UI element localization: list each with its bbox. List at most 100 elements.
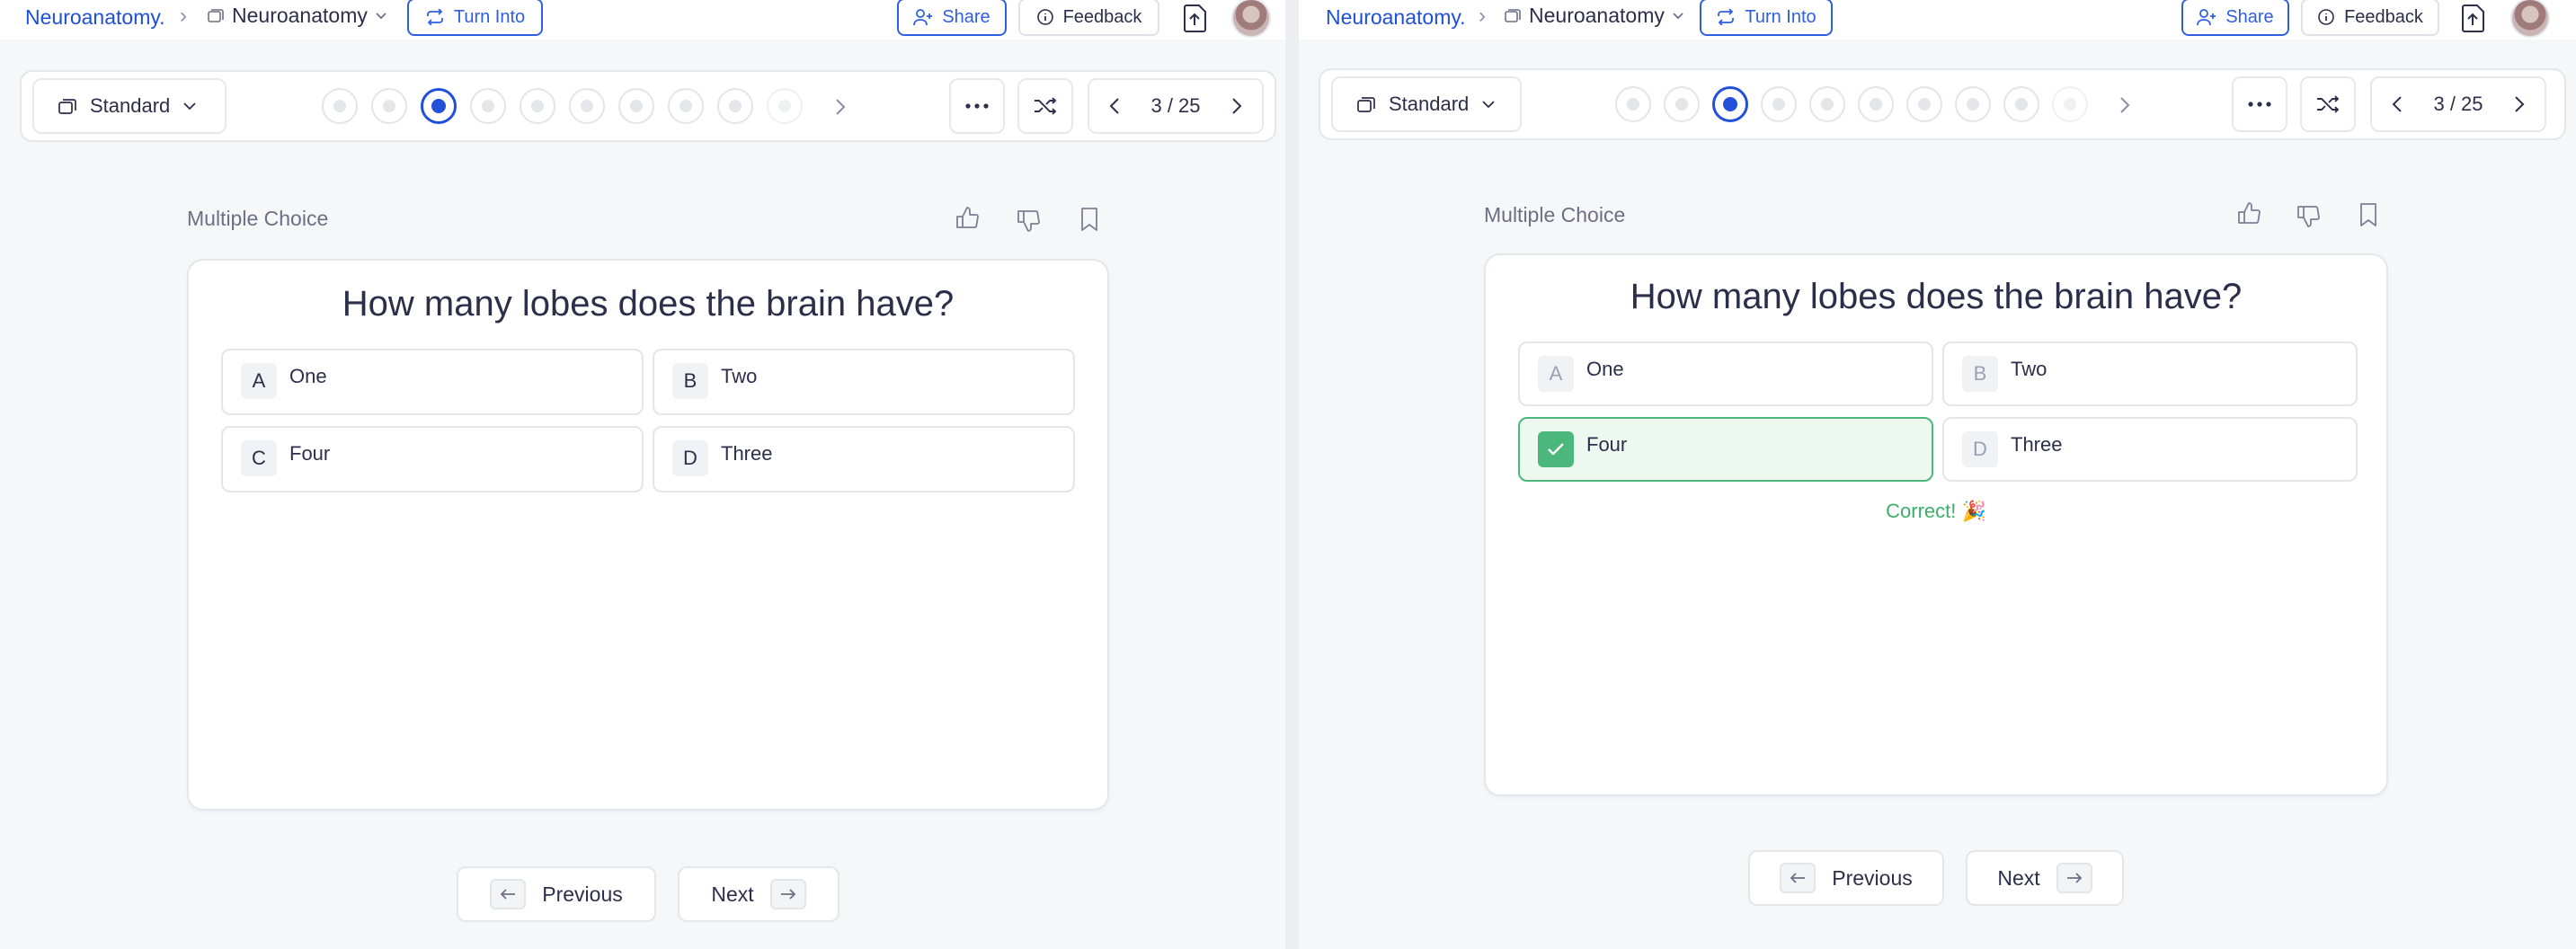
breadcrumb-root-link[interactable]: Neuroanatomy. bbox=[25, 5, 165, 30]
progress-dot[interactable] bbox=[717, 88, 753, 124]
share-button[interactable]: Share bbox=[897, 0, 1007, 36]
progress-dot[interactable] bbox=[1664, 86, 1700, 122]
progress-dot[interactable] bbox=[668, 88, 704, 124]
thumbs-up-icon[interactable] bbox=[955, 205, 982, 232]
turn-into-button[interactable]: Turn Into bbox=[407, 0, 543, 36]
option-letter: B bbox=[672, 363, 708, 399]
feedback-label: Feedback bbox=[2344, 6, 2423, 27]
add-user-icon bbox=[913, 9, 933, 26]
option-text: One bbox=[289, 365, 327, 387]
card-counter: 3 / 25 bbox=[1150, 94, 1201, 117]
progress-dot[interactable] bbox=[569, 88, 605, 124]
chevron-right-icon[interactable] bbox=[2119, 95, 2131, 115]
option-text: Four bbox=[1586, 433, 1628, 456]
previous-button[interactable]: Previous bbox=[1748, 850, 1944, 906]
avatar[interactable] bbox=[2510, 0, 2550, 38]
next-button[interactable]: Next bbox=[1966, 850, 2124, 906]
chevron-down-icon bbox=[183, 102, 196, 111]
deck-name: Neuroanatomy bbox=[1529, 4, 1665, 27]
chevron-left-icon[interactable] bbox=[2392, 95, 2403, 113]
shuffle-button[interactable] bbox=[2300, 76, 2356, 132]
deck-selector[interactable]: Neuroanatomy bbox=[1504, 4, 1684, 28]
mode-selector[interactable]: Standard bbox=[32, 78, 227, 134]
progress-dot-current[interactable] bbox=[1712, 86, 1748, 122]
thumbs-down-icon[interactable] bbox=[2296, 202, 2323, 229]
option-b[interactable]: B Two bbox=[653, 349, 1075, 415]
turn-into-button[interactable]: Turn Into bbox=[1700, 0, 1833, 36]
deck-selector[interactable]: Neuroanatomy bbox=[207, 4, 387, 28]
top-bar: Neuroanatomy. › Neuroanatomy Turn Into S… bbox=[0, 0, 1285, 40]
chevron-right-icon[interactable] bbox=[2514, 95, 2525, 113]
mode-label: Standard bbox=[90, 94, 171, 117]
chevron-down-icon bbox=[376, 12, 386, 19]
feedback-label: Feedback bbox=[1062, 6, 1142, 27]
thumbs-down-icon[interactable] bbox=[1016, 207, 1043, 234]
option-d[interactable]: D Three bbox=[653, 426, 1075, 492]
check-icon bbox=[1538, 431, 1574, 467]
progress-dot[interactable] bbox=[2003, 86, 2039, 122]
mode-selector[interactable]: Standard bbox=[1331, 76, 1522, 132]
option-b[interactable]: B Two bbox=[1942, 341, 2358, 406]
more-options-button[interactable] bbox=[949, 78, 1005, 134]
arrow-right-icon bbox=[2056, 863, 2092, 893]
turn-into-label: Turn Into bbox=[453, 6, 526, 27]
export-file-icon[interactable] bbox=[2460, 4, 2487, 32]
progress-dot[interactable] bbox=[1809, 86, 1845, 122]
option-text: Four bbox=[289, 442, 331, 465]
add-user-icon bbox=[2197, 9, 2216, 26]
more-options-button[interactable] bbox=[2232, 76, 2287, 132]
progress-dot[interactable] bbox=[1615, 86, 1651, 122]
cards-icon bbox=[58, 99, 76, 114]
progress-dot[interactable] bbox=[322, 88, 358, 124]
progress-dot[interactable] bbox=[767, 88, 803, 124]
export-file-icon[interactable] bbox=[1182, 4, 1209, 32]
question-type-label: Multiple Choice bbox=[187, 207, 329, 230]
chevron-right-icon[interactable] bbox=[1231, 97, 1242, 115]
previous-button[interactable]: Previous bbox=[457, 866, 656, 922]
progress-dot[interactable] bbox=[1906, 86, 1942, 122]
option-letter: C bbox=[241, 440, 277, 476]
progress-dot[interactable] bbox=[371, 88, 407, 124]
chevron-right-icon: › bbox=[1479, 4, 1486, 28]
breadcrumb-root-link[interactable]: Neuroanatomy. bbox=[1326, 5, 1466, 30]
progress-dot[interactable] bbox=[618, 88, 654, 124]
share-button[interactable]: Share bbox=[2181, 0, 2289, 36]
progress-dot-current[interactable] bbox=[421, 88, 457, 124]
thumbs-up-icon[interactable] bbox=[2236, 200, 2263, 227]
option-d[interactable]: D Three bbox=[1942, 417, 2358, 482]
progress-dot[interactable] bbox=[1761, 86, 1797, 122]
option-text: Three bbox=[721, 442, 773, 465]
option-c[interactable]: C Four bbox=[221, 426, 644, 492]
option-text: Two bbox=[2011, 358, 2047, 380]
progress-dot[interactable] bbox=[470, 88, 506, 124]
arrow-left-icon bbox=[490, 879, 527, 909]
left-pane: Neuroanatomy. › Neuroanatomy Turn Into S… bbox=[0, 0, 1285, 949]
avatar[interactable] bbox=[1231, 0, 1271, 38]
bookmark-icon[interactable] bbox=[1076, 206, 1103, 233]
option-a[interactable]: A One bbox=[1518, 341, 1933, 406]
cards-icon bbox=[1505, 8, 1521, 22]
progress-dot[interactable] bbox=[1858, 86, 1894, 122]
previous-label: Previous bbox=[1832, 865, 1913, 890]
question-card: How many lobes does the brain have? A On… bbox=[187, 259, 1109, 811]
study-toolbar: Standard 3 / 25 bbox=[20, 70, 1276, 142]
chevron-right-icon: › bbox=[180, 4, 187, 28]
info-icon bbox=[1036, 9, 1053, 25]
progress-dot[interactable] bbox=[2052, 86, 2088, 122]
progress-dot[interactable] bbox=[520, 88, 555, 124]
next-button[interactable]: Next bbox=[678, 866, 839, 922]
card-pager: 3 / 25 bbox=[2370, 76, 2546, 132]
feedback-button[interactable]: Feedback bbox=[1018, 0, 1159, 36]
shuffle-button[interactable] bbox=[1017, 78, 1073, 134]
right-pane: Neuroanatomy. › Neuroanatomy Turn Into S… bbox=[1299, 0, 2576, 949]
chevron-left-icon[interactable] bbox=[1109, 97, 1120, 115]
option-a[interactable]: A One bbox=[221, 349, 644, 415]
chevron-right-icon[interactable] bbox=[834, 97, 847, 117]
more-icon bbox=[2248, 102, 2271, 107]
deck-name: Neuroanatomy bbox=[232, 4, 368, 27]
feedback-button[interactable]: Feedback bbox=[2301, 0, 2439, 36]
card-counter: 3 / 25 bbox=[2433, 93, 2483, 115]
bookmark-icon[interactable] bbox=[2355, 201, 2382, 228]
option-c-correct[interactable]: Four bbox=[1518, 417, 1933, 482]
progress-dot[interactable] bbox=[1955, 86, 1991, 122]
